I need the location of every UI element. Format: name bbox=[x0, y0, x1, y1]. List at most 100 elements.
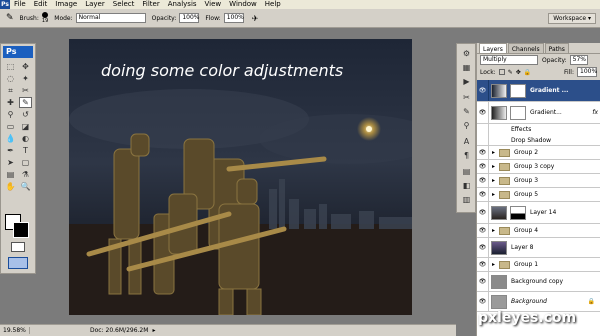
menu-layer[interactable]: Layer bbox=[81, 0, 109, 9]
effect-row[interactable]: Drop Shadow bbox=[477, 135, 600, 146]
zoom-level[interactable]: 19.58% bbox=[0, 327, 30, 334]
wand-tool-icon[interactable]: ✦ bbox=[19, 73, 32, 84]
foreground-color-swatch[interactable] bbox=[13, 222, 29, 238]
tab-channels[interactable]: Channels bbox=[507, 43, 544, 53]
path-select-icon[interactable]: ➤ bbox=[4, 157, 17, 168]
bucket-tool-icon[interactable]: ◪ bbox=[19, 121, 32, 132]
expand-arrow-icon[interactable]: ▸ bbox=[492, 149, 495, 156]
blend-mode-select[interactable]: Multiply bbox=[480, 55, 538, 65]
visibility-eye-icon[interactable]: 👁 bbox=[477, 174, 489, 187]
layer-row[interactable]: 👁 Gradient ... bbox=[477, 80, 600, 102]
layer-row[interactable]: 👁 ▸ Group 4 bbox=[477, 224, 600, 238]
move-tool-icon[interactable]: ✥ bbox=[19, 61, 32, 72]
brush-picker[interactable]: 19 bbox=[42, 12, 48, 24]
layer-row[interactable]: 👁 ▸ Group 2 bbox=[477, 146, 600, 160]
clone-source-icon[interactable]: ⚲ bbox=[460, 120, 473, 131]
expand-arrow-icon[interactable]: ▸ bbox=[492, 227, 495, 234]
tool-presets-icon[interactable]: ✂ bbox=[460, 92, 473, 103]
menu-help[interactable]: Help bbox=[261, 0, 285, 9]
brush-tool-icon[interactable]: ✎ bbox=[6, 13, 14, 23]
hand-tool-icon[interactable]: ✋ bbox=[4, 181, 17, 192]
navigator-icon[interactable]: ⚙ bbox=[460, 48, 473, 59]
swatches-icon[interactable]: ▤ bbox=[460, 166, 473, 177]
eraser-tool-icon[interactable]: ▭ bbox=[4, 121, 17, 132]
layer-row[interactable]: 👁 Background 🔒 bbox=[477, 292, 600, 312]
layer-row[interactable]: 👁 Layer 8 bbox=[477, 238, 600, 258]
menu-image[interactable]: Image bbox=[51, 0, 81, 9]
status-arrow-icon[interactable]: ▸ bbox=[152, 327, 155, 334]
paragraph-icon[interactable]: ¶ bbox=[460, 150, 473, 161]
stamp-tool-icon[interactable]: ⚲ bbox=[4, 109, 17, 120]
fill-input[interactable]: 100% bbox=[577, 67, 597, 77]
dodge-tool-icon[interactable]: ◐ bbox=[19, 133, 32, 144]
styles-icon[interactable]: ◧ bbox=[460, 180, 473, 191]
eyedropper-icon[interactable]: ⚗ bbox=[19, 169, 32, 180]
menu-window[interactable]: Window bbox=[225, 0, 261, 9]
type-tool-icon[interactable]: T bbox=[19, 145, 32, 156]
mode-select[interactable]: Normal bbox=[75, 13, 146, 23]
effect-eye-icon[interactable] bbox=[477, 135, 489, 145]
menu-select[interactable]: Select bbox=[109, 0, 139, 9]
character-icon[interactable]: A bbox=[460, 136, 473, 147]
airbrush-icon[interactable]: ✈ bbox=[252, 14, 259, 23]
quick-mask-icon[interactable] bbox=[11, 242, 25, 252]
layer-row[interactable]: 👁 ▸ Group 3 copy bbox=[477, 160, 600, 174]
pen-tool-icon[interactable]: ✒ bbox=[4, 145, 17, 156]
menu-edit[interactable]: Edit bbox=[30, 0, 52, 9]
fx-icon[interactable]: fx bbox=[592, 109, 598, 116]
opacity-input[interactable]: 100% bbox=[179, 13, 199, 23]
visibility-eye-icon[interactable]: 👁 bbox=[477, 258, 489, 271]
expand-arrow-icon[interactable]: ▸ bbox=[492, 191, 495, 198]
menu-analysis[interactable]: Analysis bbox=[164, 0, 201, 9]
document-canvas[interactable]: doing some color adjustments bbox=[69, 39, 412, 315]
visibility-eye-icon[interactable]: 👁 bbox=[477, 146, 489, 159]
lock-transparency-icon[interactable] bbox=[498, 69, 505, 75]
visibility-eye-icon[interactable]: 👁 bbox=[477, 224, 489, 237]
shape-tool-icon[interactable]: ▢ bbox=[19, 157, 32, 168]
layer-opacity-input[interactable]: 57% bbox=[569, 55, 588, 65]
layer-row[interactable]: 👁 Background copy bbox=[477, 272, 600, 292]
flow-input[interactable]: 100% bbox=[223, 13, 244, 23]
layer-row[interactable]: 👁 Layer 14 bbox=[477, 202, 600, 224]
blur-tool-icon[interactable]: 💧 bbox=[4, 133, 17, 144]
brushes-icon[interactable]: ✎ bbox=[460, 106, 473, 117]
notes-tool-icon[interactable]: ▤ bbox=[4, 169, 17, 180]
visibility-eye-icon[interactable]: 👁 bbox=[477, 160, 489, 173]
expand-arrow-icon[interactable]: ▸ bbox=[492, 177, 495, 184]
workspace-button[interactable]: Workspace ▾ bbox=[548, 12, 596, 24]
history-brush-icon[interactable]: ↺ bbox=[19, 109, 32, 120]
lock-position-icon[interactable]: ✥ bbox=[516, 69, 521, 76]
expand-arrow-icon[interactable]: ▸ bbox=[492, 261, 495, 268]
visibility-eye-icon[interactable]: 👁 bbox=[477, 102, 489, 123]
actions-icon[interactable]: ▶ bbox=[460, 76, 473, 87]
visibility-eye-icon[interactable]: 👁 bbox=[477, 202, 489, 223]
menu-file[interactable]: File bbox=[10, 0, 30, 9]
layer-row[interactable]: 👁 ▸ Group 5 bbox=[477, 188, 600, 202]
tab-paths[interactable]: Paths bbox=[544, 43, 569, 53]
visibility-eye-icon[interactable]: 👁 bbox=[477, 80, 489, 101]
screen-mode-icon[interactable] bbox=[8, 257, 28, 269]
visibility-eye-icon[interactable]: 👁 bbox=[477, 272, 489, 291]
menu-view[interactable]: View bbox=[201, 0, 226, 9]
marquee-tool-icon[interactable]: ⬚ bbox=[4, 61, 17, 72]
lasso-tool-icon[interactable]: ◌ bbox=[4, 73, 17, 84]
visibility-eye-icon[interactable]: 👁 bbox=[477, 238, 489, 257]
slice-tool-icon[interactable]: ✂ bbox=[19, 85, 32, 96]
effects-eye-icon[interactable] bbox=[477, 124, 489, 135]
healing-tool-icon[interactable]: ✚ bbox=[4, 97, 17, 108]
menu-filter[interactable]: Filter bbox=[138, 0, 163, 9]
visibility-eye-icon[interactable]: 👁 bbox=[477, 292, 489, 311]
zoom-tool-icon[interactable]: 🔍 bbox=[19, 181, 32, 192]
history-icon[interactable]: ▦ bbox=[460, 62, 473, 73]
expand-arrow-icon[interactable]: ▸ bbox=[492, 163, 495, 170]
layer-row[interactable]: 👁 Gradient... fx bbox=[477, 102, 600, 124]
brush-tool-icon-active[interactable]: ✎ bbox=[19, 97, 32, 108]
lock-pixels-icon[interactable]: ✎ bbox=[508, 69, 513, 76]
layer-row[interactable]: 👁 ▸ Group 1 bbox=[477, 258, 600, 272]
lock-all-icon[interactable]: 🔒 bbox=[524, 69, 531, 76]
info-icon[interactable]: ▥ bbox=[460, 194, 473, 205]
visibility-eye-icon[interactable]: 👁 bbox=[477, 188, 489, 201]
tab-layers[interactable]: Layers bbox=[479, 43, 507, 53]
layer-row[interactable]: 👁 ▸ Group 3 bbox=[477, 174, 600, 188]
crop-tool-icon[interactable]: ⌗ bbox=[4, 85, 17, 96]
